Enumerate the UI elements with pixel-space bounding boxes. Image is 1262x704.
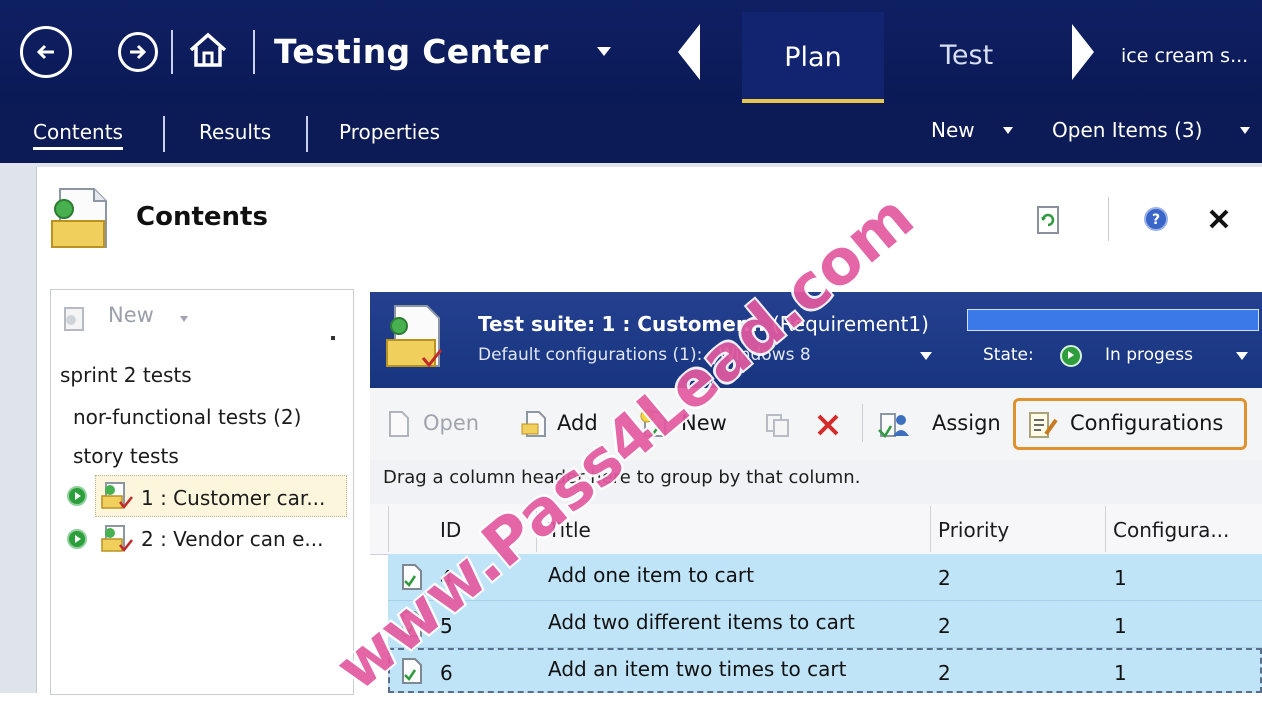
requirement-suite-icon xyxy=(101,482,133,510)
title-dropdown-icon[interactable] xyxy=(597,47,611,56)
suite-progress-bar xyxy=(967,309,1259,331)
open-items-dropdown-icon[interactable] xyxy=(1240,127,1250,134)
row-title: Add an item two times to cart xyxy=(548,657,847,681)
row-configurations: 1 xyxy=(1114,661,1127,685)
group-by-hint: Drag a column header here to group by th… xyxy=(383,467,861,488)
new-menu[interactable]: New xyxy=(931,118,975,142)
row-title: Add one item to cart xyxy=(548,563,754,587)
test-case-icon xyxy=(402,611,422,637)
test-case-icon xyxy=(402,658,422,684)
team-project-context[interactable]: ice cream s... xyxy=(1121,45,1248,67)
delete-icon[interactable] xyxy=(815,412,841,438)
test-suite-icon xyxy=(386,305,443,368)
tree-item-suite-2[interactable]: 2 : Vendor can e... xyxy=(141,527,323,551)
column-divider[interactable] xyxy=(930,506,931,552)
state-value[interactable]: In progess xyxy=(1105,345,1193,365)
new-test-case-icon xyxy=(640,409,666,437)
close-icon[interactable] xyxy=(1207,207,1231,231)
forward-button[interactable] xyxy=(118,32,158,72)
column-divider[interactable] xyxy=(536,506,537,552)
tree-menu-dot[interactable] xyxy=(331,336,335,340)
refresh-icon[interactable] xyxy=(1036,205,1062,235)
tree-item-nonfunctional-tests[interactable]: nor-functional tests (2) xyxy=(73,405,301,429)
row-title: Add two different items to cart xyxy=(548,610,855,634)
suite-title: Test suite: 1 : Customer... (Requirement… xyxy=(478,312,929,336)
state-dropdown-icon[interactable] xyxy=(1236,352,1248,360)
table-row[interactable] xyxy=(388,554,1262,601)
help-icon[interactable]: ? xyxy=(1143,206,1169,232)
column-header-title[interactable]: Title xyxy=(548,518,591,542)
default-configurations-value[interactable]: Windows 8 xyxy=(719,345,811,365)
tree-item-story-tests[interactable]: story tests xyxy=(73,444,179,468)
home-icon xyxy=(189,32,227,67)
row-id: 4 xyxy=(440,566,453,590)
row-configurations: 1 xyxy=(1114,566,1127,590)
default-configurations-label: Default configurations (1): xyxy=(478,345,703,365)
tree-item-suite-1[interactable]: 1 : Customer car... xyxy=(141,486,325,510)
new-suite-icon xyxy=(64,307,84,331)
column-header-id[interactable]: ID xyxy=(440,518,461,542)
toolbar-divider xyxy=(862,404,863,442)
assign-button[interactable]: Assign xyxy=(932,411,1001,435)
state-in-progress-icon xyxy=(1060,345,1082,367)
subnav-contents[interactable]: Contents xyxy=(33,120,123,150)
contents-title: Contents xyxy=(136,202,268,232)
suite-title-prefix: Test suite: xyxy=(478,312,596,336)
configurations-icon xyxy=(1029,412,1058,438)
svg-text:?: ? xyxy=(1152,212,1160,228)
suite-requirement[interactable]: (Requirement1) xyxy=(772,312,929,336)
header-divider xyxy=(1108,197,1109,241)
app-title[interactable]: Testing Center xyxy=(274,32,549,71)
nav-divider xyxy=(171,30,173,74)
configurations-dropdown-icon[interactable] xyxy=(920,352,932,360)
row-priority: 2 xyxy=(938,566,951,590)
home-button[interactable] xyxy=(187,30,229,70)
row-configurations: 1 xyxy=(1114,614,1127,638)
configurations-button[interactable]: Configurations xyxy=(1070,411,1223,435)
tree-item-sprint-2-tests[interactable]: sprint 2 tests xyxy=(60,363,192,387)
open-button[interactable]: Open xyxy=(423,411,479,435)
open-items-menu[interactable]: Open Items (3) xyxy=(1052,118,1202,142)
column-header-configurations[interactable]: Configura... xyxy=(1113,518,1229,542)
back-button[interactable] xyxy=(20,26,72,78)
suite-header xyxy=(370,292,1262,388)
new-dropdown-icon[interactable] xyxy=(1003,127,1013,134)
row-priority: 2 xyxy=(938,614,951,638)
column-header-priority[interactable]: Priority xyxy=(938,518,1009,542)
new-suite-dropdown-icon[interactable] xyxy=(180,316,188,322)
tab-plan[interactable]: Plan xyxy=(742,12,884,104)
requirement-suite-icon xyxy=(101,525,133,553)
subnav-divider xyxy=(163,116,165,152)
new-suite-button[interactable]: New xyxy=(108,303,154,327)
in-progress-icon xyxy=(67,486,87,506)
copy-icon[interactable] xyxy=(764,412,792,438)
add-button[interactable]: Add xyxy=(557,411,598,435)
test-plan-icon xyxy=(51,188,107,248)
column-divider[interactable] xyxy=(1105,506,1106,552)
row-id: 6 xyxy=(440,661,453,685)
in-progress-icon xyxy=(67,529,87,549)
scroll-left-icon[interactable] xyxy=(678,24,700,80)
suite-title-name: 1 : Customer... xyxy=(601,312,766,336)
nav-divider xyxy=(253,30,255,74)
column-divider xyxy=(388,506,389,552)
back-arrow-icon xyxy=(36,44,54,60)
test-case-icon xyxy=(402,564,422,590)
state-label: State: xyxy=(983,345,1034,365)
row-priority: 2 xyxy=(938,661,951,685)
tab-test[interactable]: Test xyxy=(940,40,993,71)
assign-tester-icon xyxy=(878,413,909,439)
forward-arrow-icon xyxy=(130,44,147,60)
default-configurations: Default configurations (1): Windows 8 xyxy=(478,345,811,365)
subnav-divider xyxy=(306,116,308,152)
scroll-right-icon[interactable] xyxy=(1072,24,1094,80)
tab-plan-label: Plan xyxy=(784,42,842,73)
add-icon xyxy=(521,411,546,437)
row-id: 5 xyxy=(440,614,453,638)
open-icon xyxy=(389,411,409,437)
subnav-results[interactable]: Results xyxy=(199,120,271,144)
new-test-case-button[interactable]: New xyxy=(681,411,727,435)
subnav-properties[interactable]: Properties xyxy=(339,120,440,144)
